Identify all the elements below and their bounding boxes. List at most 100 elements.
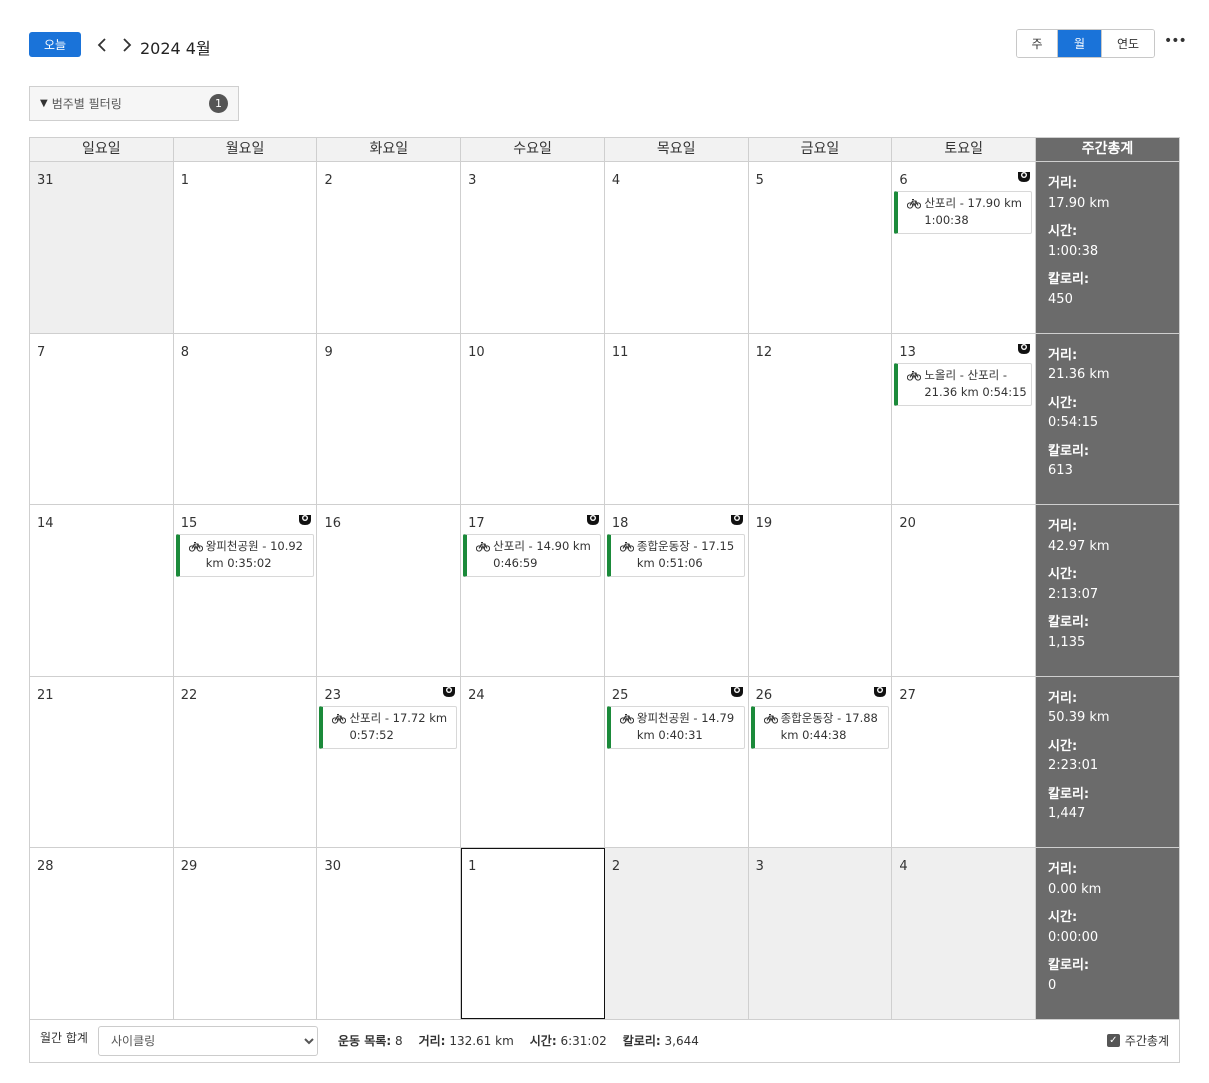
monthly-summary: 월간 합계 사이클링 운동 목록: 8 거리: 132.61 km 시간: 6:… <box>30 1020 1179 1062</box>
day-number: 23 <box>324 687 341 703</box>
day-number: 3 <box>755 859 764 875</box>
event-details: 0:46:59 <box>493 556 538 571</box>
calendar-day-cell[interactable]: 30 <box>317 848 462 1019</box>
today-button[interactable]: 오늘 <box>29 32 81 57</box>
trophy-icon <box>298 511 312 526</box>
calendar-day-cell[interactable]: 11 <box>604 333 749 505</box>
calendar-day-cell[interactable]: 27 <box>892 676 1037 848</box>
calendar-day-cell[interactable]: 3 <box>748 848 893 1019</box>
calendar-day-cell[interactable]: 3 <box>461 162 605 333</box>
calendar-day-cell[interactable]: 22 <box>173 676 318 848</box>
day-number: 2 <box>611 859 621 875</box>
event-title: 산포리 - 17.90 km <box>924 196 1022 210</box>
calendar-day-cell[interactable]: 13 노올리 - 산포리 - 21.36 km 0:54:15 <box>892 333 1037 505</box>
day-number: 11 <box>611 344 629 360</box>
event-title: 종합운동장 - 17.88 <box>780 710 878 725</box>
calendar-day-cell[interactable]: 21 <box>30 676 174 848</box>
calendar-day-cell[interactable]: 2 <box>317 162 462 333</box>
calendar-day-cell[interactable]: 9 <box>317 333 462 505</box>
calendar-day-cell[interactable]: 31 <box>30 162 174 333</box>
calendar-day-cell[interactable]: 2 <box>604 848 749 1019</box>
calendar-day-cell[interactable]: 1 <box>173 162 318 333</box>
event-details: km 0:44:38 <box>780 727 847 742</box>
trophy-icon <box>442 683 456 697</box>
calendar-day-cell[interactable]: 5 <box>748 162 893 333</box>
more-options-icon[interactable]: ••• <box>1164 33 1187 49</box>
calendar-week-row: 28 29 30 1 2 3 4 거리: 0.00 km 시간: 0:00:00 칼로리: 0 <box>30 848 1179 1020</box>
chevron-right-icon[interactable] <box>118 35 136 55</box>
trophy-icon <box>730 511 744 526</box>
total-distance-label: 거리: <box>1048 519 1078 535</box>
view-week-button[interactable]: 주 <box>1017 30 1058 57</box>
calendar-day-cell[interactable]: 4 <box>892 848 1037 1019</box>
calendar-day-cell[interactable]: 10 <box>461 333 605 505</box>
calendar-day-cell[interactable]: 16 <box>317 505 462 676</box>
total-calories-value: 0 <box>1048 977 1057 993</box>
calendar-day-cell[interactable]: 26 종합운동장 - 17.88 km 0:44:38 <box>748 676 893 848</box>
activity-event[interactable]: 산포리 - 14.90 km 0:46:59 <box>463 534 602 578</box>
calendar-day-cell[interactable]: 25 왕피천공원 - 14.79 km 0:40:31 <box>604 676 749 848</box>
total-distance-label: 거리: <box>1048 690 1078 706</box>
day-number: 14 <box>37 516 54 532</box>
calendar-day-cell[interactable]: 8 <box>173 333 318 505</box>
day-number: 5 <box>755 173 764 188</box>
calendar-day-cell[interactable]: 19 <box>748 505 893 676</box>
view-month-button[interactable]: 월 <box>1058 30 1102 57</box>
activity-event[interactable]: 왕피천공원 - 14.79 km 0:40:31 <box>606 705 745 749</box>
calendar-day-cell[interactable]: 17 산포리 - 14.90 km 0:46:59 <box>461 505 605 676</box>
cycling-icon <box>619 713 634 728</box>
weekly-totals-checkbox[interactable]: ✓ 주간총계 <box>1106 1032 1169 1049</box>
calendar-day-cell[interactable]: 12 <box>748 333 893 505</box>
calendar-day-cell[interactable]: 14 <box>30 505 174 676</box>
calendar-toolbar: 오늘 2024 4월 주 월 연도 ••• <box>29 29 1187 61</box>
total-calories-label: 칼로리: <box>1048 272 1090 287</box>
calendar-day-cell[interactable]: 4 <box>604 162 749 333</box>
total-time-value: 0:00:00 <box>1048 929 1099 945</box>
cycling-icon <box>619 541 634 556</box>
activity-event[interactable]: 종합운동장 - 17.15 km 0:51:06 <box>606 534 745 578</box>
calendar-day-cell[interactable]: 15 왕피천공원 - 10.92 km 0:35:02 <box>173 505 318 676</box>
total-distance-label: 거리: <box>1048 862 1078 878</box>
monthly-summary-label: 월간 합계 <box>40 1030 88 1045</box>
header-weekday: 수요일 <box>461 138 605 162</box>
checkmark-icon: ✓ <box>1106 1034 1120 1048</box>
calendar-day-cell[interactable]: 18 종합운동장 - 17.15 km 0:51:06 <box>604 505 749 676</box>
stat-distance: 거리: 132.61 km <box>418 1034 514 1049</box>
day-number: 17 <box>468 516 485 532</box>
event-details: 21.36 km 0:54:15 <box>924 384 1027 399</box>
event-title: 노올리 - 산포리 - <box>924 367 1008 382</box>
calendar-day-cell[interactable]: 23 산포리 - 17.72 km 0:57:52 <box>317 676 462 848</box>
calendar-day-cell[interactable]: 7 <box>30 333 174 505</box>
total-calories-value: 613 <box>1048 463 1073 479</box>
calendar-day-cell[interactable]: 6 산포리 - 17.90 km 1:00:38 <box>892 162 1037 333</box>
activity-event[interactable]: 산포리 - 17.72 km 0:57:52 <box>319 705 458 749</box>
header-weekday: 화요일 <box>317 138 462 162</box>
chevron-left-icon[interactable] <box>93 35 111 55</box>
calendar-day-cell[interactable]: 28 <box>30 848 174 1019</box>
total-calories-value: 1,447 <box>1048 806 1086 822</box>
day-number: 19 <box>755 516 773 532</box>
activity-event[interactable]: 종합운동장 - 17.88 km 0:44:38 <box>750 705 889 749</box>
day-number: 12 <box>755 344 773 360</box>
day-number: 3 <box>468 173 477 188</box>
trophy-icon <box>730 683 744 697</box>
calendar-day-cell[interactable]: 29 <box>173 848 318 1019</box>
calendar-day-cell[interactable]: 1 <box>461 848 605 1019</box>
day-number: 1 <box>180 173 189 188</box>
activity-event[interactable]: 노올리 - 산포리 - 21.36 km 0:54:15 <box>894 362 1033 406</box>
category-filter[interactable]: ▼ 범주별 필터링 1 <box>29 86 239 121</box>
day-number: 9 <box>324 344 333 360</box>
activity-type-select[interactable]: 사이클링 <box>97 1025 318 1056</box>
event-details: 1:00:38 <box>924 213 969 227</box>
calendar-day-cell[interactable]: 24 <box>461 676 605 848</box>
day-number: 8 <box>180 344 189 360</box>
activity-event[interactable]: 산포리 - 17.90 km 1:00:38 <box>894 191 1033 234</box>
view-year-button[interactable]: 연도 <box>1102 30 1154 57</box>
header-weekday: 금요일 <box>748 138 893 162</box>
calendar-day-cell[interactable]: 20 <box>892 505 1037 676</box>
day-number: 4 <box>899 859 908 875</box>
header-weekday: 목요일 <box>604 138 749 162</box>
activity-event[interactable]: 왕피천공원 - 10.92 km 0:35:02 <box>175 534 314 578</box>
day-number: 31 <box>37 173 54 188</box>
day-number: 24 <box>468 687 485 703</box>
